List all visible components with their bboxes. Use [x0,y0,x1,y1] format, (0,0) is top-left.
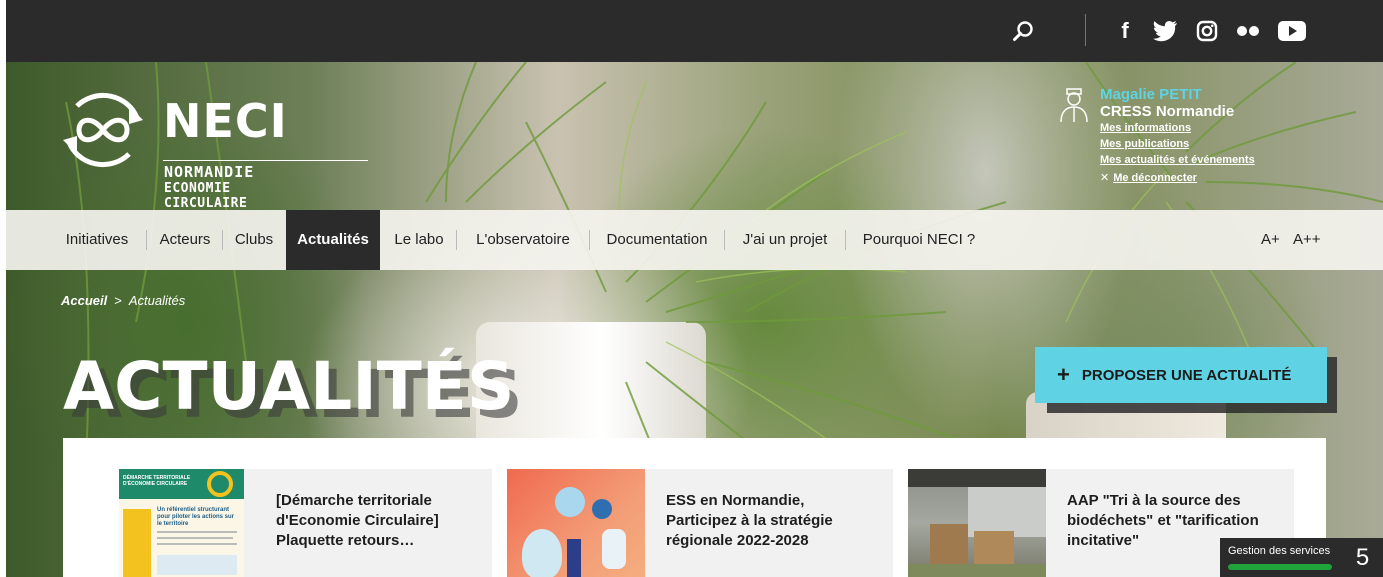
logout-label: Me déconnecter [1113,172,1197,184]
hero-banner: NECI NORMANDIE ECONOMIE CIRCULAIRE Magal… [6,62,1383,577]
flickr-icon[interactable] [1235,18,1261,44]
breadcrumb-home-link[interactable]: Accueil [61,293,107,308]
nav-item-documentation[interactable]: Documentation [595,210,719,270]
my-publications-link[interactable]: Mes publications [1100,138,1189,150]
breadcrumb-separator: > [114,293,122,308]
nav-divider [589,230,590,250]
user-organization: CRESS Normandie [1100,103,1235,120]
logo-divider [163,160,368,161]
logout-link[interactable]: ✕ Me déconnecter [1100,171,1197,184]
news-thumbnail: DÉMARCHE TERRITORIALE D'ÉCONOMIE CIRCULA… [117,469,244,577]
user-name: Magalie PETIT [1100,86,1202,103]
news-thumbnail [507,469,645,577]
instagram-icon[interactable] [1194,18,1220,44]
services-label: Gestion des services [1228,545,1331,557]
close-icon: ✕ [1100,172,1110,184]
news-title: [Démarche territoriale d'Economie Circul… [276,492,439,549]
services-count-badge[interactable]: 5 [1342,538,1383,577]
nav-item-acteurs[interactable]: Acteurs [152,210,218,270]
logo-name: NECI [163,94,288,148]
circular-economy-logo-icon [63,92,143,168]
nav-divider [222,230,223,250]
breadcrumb: Accueil > Actualités [61,293,185,308]
news-card[interactable]: DÉMARCHE TERRITORIALE D'ÉCONOMIE CIRCULA… [117,469,492,577]
propose-news-label: PROPOSER UNE ACTUALITÉ [1081,366,1292,384]
nav-divider [845,230,846,250]
nav-item-initiatives[interactable]: Initiatives [54,210,140,270]
nav-item-pourquoi-neci[interactable]: Pourquoi NECI ? [851,210,987,270]
user-avatar-icon [1060,88,1088,123]
breadcrumb-current: Actualités [128,293,186,308]
services-management-button[interactable]: Gestion des services [1220,538,1342,577]
news-thumbnail [908,469,1046,577]
top-bar: f [6,0,1383,62]
page-title: ACTUALITÉS [63,348,515,425]
thumb-heading: DÉMARCHE TERRITORIALE D'ÉCONOMIE CIRCULA… [123,475,191,487]
nav-item-le-labo[interactable]: Le labo [386,210,452,270]
news-list: DÉMARCHE TERRITORIALE D'ÉCONOMIE CIRCULA… [63,438,1326,577]
nav-item-clubs[interactable]: Clubs [228,210,280,270]
nav-item-actualites[interactable]: Actualités [286,210,380,270]
logo-subtitle-2: ECONOMIE CIRCULAIRE [164,181,248,211]
my-news-events-link[interactable]: Mes actualités et événements [1100,154,1255,166]
nav-divider [456,230,457,250]
font-size-increase-button[interactable]: A+ [1261,210,1280,270]
search-icon[interactable] [1010,18,1036,44]
youtube-icon[interactable] [1276,18,1308,44]
logo-subtitle-1: NORMANDIE [164,163,255,181]
nav-divider [146,230,147,250]
thumb-subheading: Un référentiel structurant pour piloter … [157,507,235,527]
divider [1085,14,1086,46]
plus-icon: + [1057,362,1070,387]
services-status-bar [1228,564,1332,570]
font-size-max-button[interactable]: A++ [1293,210,1321,270]
news-card[interactable]: ESS en Normandie, Participez à la straté… [507,469,893,577]
nav-divider [724,230,725,250]
twitter-icon[interactable] [1152,18,1178,44]
nav-item-jai-un-projet[interactable]: J'ai un projet [730,210,840,270]
news-title: ESS en Normandie, Participez à la straté… [666,492,833,549]
propose-news-button[interactable]: + PROPOSER UNE ACTUALITÉ [1035,347,1327,403]
main-nav: Initiatives Acteurs Clubs Actualités Le … [6,210,1383,270]
my-info-link[interactable]: Mes informations [1100,122,1191,134]
facebook-icon[interactable]: f [1112,18,1138,44]
nav-item-observatoire[interactable]: L'observatoire [462,210,584,270]
